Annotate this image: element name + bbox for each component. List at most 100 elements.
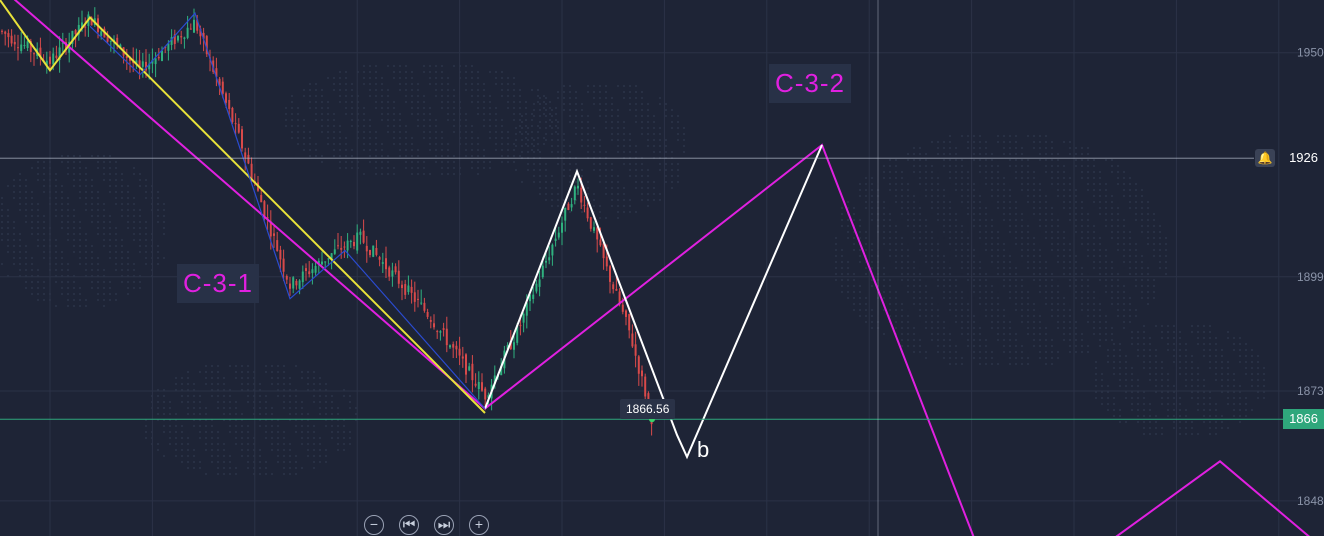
candle-body (13, 41, 16, 45)
candle-body (535, 283, 538, 292)
candle-body (442, 328, 445, 330)
candle-body (605, 256, 608, 267)
candle-body (154, 58, 157, 65)
candle-body (327, 258, 330, 260)
candle-body (250, 163, 253, 179)
scroll-end-button[interactable]: ⏭ (434, 515, 454, 535)
candle-body (177, 36, 179, 41)
candle-body (589, 217, 592, 229)
candle-body (369, 249, 371, 256)
candle-body (356, 232, 359, 251)
candle-body (365, 245, 368, 252)
candle-body (423, 302, 426, 311)
candle-body (20, 44, 23, 52)
candle-body (7, 33, 10, 38)
candle-body (551, 244, 554, 256)
price-tick-label: 1899 (1297, 270, 1324, 284)
candle-body (410, 286, 413, 293)
candle-body (333, 249, 336, 254)
candle-body (465, 354, 467, 375)
candle-body (458, 348, 461, 356)
candle-body (241, 129, 243, 149)
candle-body (337, 245, 339, 247)
candle-body (413, 292, 416, 302)
candle-body (631, 333, 634, 347)
candle-body (100, 31, 103, 36)
candle-body (49, 56, 51, 64)
candle-body (10, 35, 13, 44)
candle-body (276, 240, 279, 251)
candle-body (157, 56, 160, 59)
candle-body (573, 186, 576, 201)
wave-label-b: b (697, 437, 710, 462)
candle-body (234, 123, 237, 125)
candle-body (452, 344, 455, 348)
candle-body (477, 381, 480, 390)
candle-body (295, 280, 298, 286)
candle-body (228, 99, 231, 109)
candle-body (612, 284, 615, 290)
candle-body (109, 40, 112, 42)
candle-body (407, 285, 410, 292)
candle-body (292, 277, 295, 289)
candle-body (74, 30, 77, 35)
candle-body (308, 271, 311, 275)
candle-body (237, 123, 240, 133)
current-price-label: 1866 (1283, 409, 1324, 430)
candle-body (279, 249, 282, 260)
wave-label-c-3-2: C-3-2 (769, 64, 852, 103)
candle-body (404, 284, 407, 295)
zoom-out-button[interactable]: − (364, 515, 384, 535)
candle-body (417, 298, 419, 300)
candle-body (634, 344, 637, 356)
candle-body (570, 204, 573, 208)
candle-body (52, 53, 55, 65)
wave-line-3 (0, 0, 486, 414)
price-tick-label: 1873 (1297, 384, 1324, 398)
candle-body (26, 41, 29, 48)
candle-body (461, 356, 464, 359)
candle-body (23, 45, 26, 47)
candle-body (538, 279, 541, 287)
candle-body (433, 323, 435, 328)
candle-body (445, 328, 448, 346)
candle-body (273, 233, 275, 236)
wave-label-c-3-1: C-3-1 (177, 264, 260, 303)
candle-body (519, 325, 522, 327)
candle-body (353, 241, 355, 247)
candle-body (289, 283, 291, 289)
candle-body (621, 304, 624, 312)
candle-body (644, 376, 647, 397)
candle-body (426, 312, 429, 317)
zoom-in-button[interactable]: + (469, 515, 489, 535)
candle-body (260, 195, 263, 203)
candle-body (161, 50, 163, 61)
candle-body (641, 370, 643, 377)
candle-body (55, 55, 58, 58)
candle-body (17, 47, 19, 49)
candle-body (378, 257, 381, 260)
candle-body (532, 294, 535, 299)
bell-icon[interactable]: 🔔 (1255, 149, 1275, 168)
candle-body (420, 302, 423, 304)
scroll-start-button[interactable]: ⏮ (399, 515, 419, 535)
candle-body (324, 261, 327, 263)
candle-body (397, 270, 400, 284)
price-tick-label: 1950 (1297, 46, 1324, 60)
candle-body (385, 258, 387, 270)
price-tooltip: 1866.56 (620, 399, 676, 419)
candle-body (349, 240, 352, 242)
candle-body (1, 30, 3, 32)
candle-body (564, 207, 567, 221)
candle-body (346, 240, 349, 251)
candle-body (481, 382, 483, 391)
candle-body (541, 265, 544, 278)
candle-body (580, 187, 583, 203)
candle-body (548, 257, 551, 261)
candle-body (625, 310, 627, 317)
candle-body (567, 203, 570, 210)
candle-body (513, 342, 515, 350)
candle-body (394, 266, 397, 273)
candle-body (561, 222, 563, 233)
candle-body (637, 356, 640, 374)
